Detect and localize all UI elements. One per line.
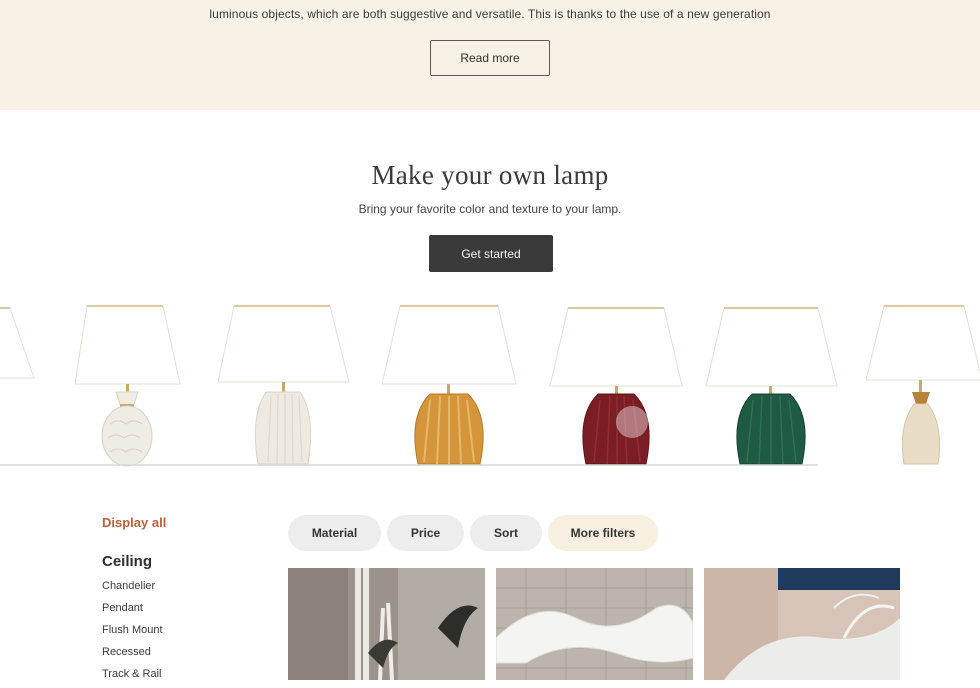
product-image-2 bbox=[496, 568, 693, 680]
product-image-1 bbox=[288, 568, 485, 680]
lamp-carousel bbox=[0, 305, 980, 467]
category-item-track-rail[interactable]: Track & Rail bbox=[102, 666, 163, 688]
read-more-button[interactable]: Read more bbox=[430, 40, 550, 76]
category-item-chandelier[interactable]: Chandelier bbox=[102, 578, 163, 600]
lamp-gold-ribbed[interactable] bbox=[381, 305, 517, 465]
category-list: Chandelier Pendant Flush Mount Recessed … bbox=[102, 578, 163, 688]
intro-text: luminous objects, which are both suggest… bbox=[209, 7, 771, 21]
category-item-recessed[interactable]: Recessed bbox=[102, 644, 163, 666]
lamp-cream-slim[interactable] bbox=[865, 305, 980, 465]
get-started-button[interactable]: Get started bbox=[429, 235, 553, 272]
intro-band: luminous objects, which are both suggest… bbox=[0, 0, 980, 110]
page-title: Make your own lamp bbox=[371, 160, 609, 190]
filter-material-button[interactable]: Material bbox=[288, 515, 381, 551]
category-item-pendant[interactable]: Pendant bbox=[102, 600, 163, 622]
product-tile-2[interactable] bbox=[496, 568, 693, 680]
lamp-burgundy-ribbed[interactable] bbox=[549, 307, 683, 465]
lamp-ribbed-ivory[interactable] bbox=[217, 305, 350, 465]
partial-lamp-left bbox=[0, 307, 35, 379]
product-tile-1[interactable] bbox=[288, 568, 485, 680]
product-tile-3[interactable] bbox=[704, 568, 900, 680]
filter-price-button[interactable]: Price bbox=[387, 515, 464, 551]
more-filters-button[interactable]: More filters bbox=[548, 515, 658, 551]
filter-sort-button[interactable]: Sort bbox=[470, 515, 542, 551]
lamp-green-ribbed[interactable] bbox=[705, 307, 838, 465]
category-heading: Ceiling bbox=[102, 553, 153, 570]
product-image-3 bbox=[704, 568, 900, 680]
category-item-flush-mount[interactable]: Flush Mount bbox=[102, 622, 163, 644]
display-all-link[interactable]: Display all bbox=[102, 515, 166, 530]
lamp-pineapple-white[interactable] bbox=[74, 305, 181, 467]
hero-subtitle: Bring your favorite color and texture to… bbox=[358, 202, 622, 216]
